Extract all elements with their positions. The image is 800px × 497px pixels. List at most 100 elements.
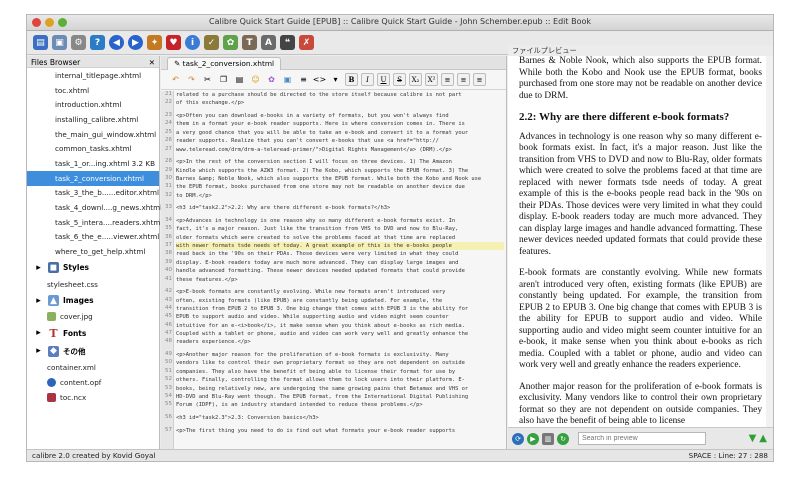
text-files-list: internal_titlepage.xhtml toc.xhtml introdu…	[27, 68, 162, 259]
file-item[interactable]: toc.xhtml	[27, 83, 159, 98]
back-icon[interactable]: ◀	[109, 35, 124, 50]
group-images[interactable]: ▸ ▲ Images	[27, 292, 159, 310]
code-area[interactable]: 21 22 23 24 25 26 27 28 29 30 31 32 33 34 35 36 37 38 39 40…	[161, 91, 506, 449]
preview-search-input[interactable]	[578, 432, 706, 445]
tab-task-2-conversion[interactable]: ✎ task_2_conversion.xhtml	[167, 57, 282, 70]
group-fonts[interactable]: ▸ T Fonts	[27, 324, 159, 342]
paste-icon[interactable]: ▤	[233, 73, 246, 86]
code-line: <p>E-book formats are constantly evolvin…	[176, 289, 446, 296]
group-styles[interactable]: ▸ ◼ Styles	[27, 259, 159, 277]
bold-button[interactable]: B	[345, 73, 358, 86]
hammer-icon[interactable]: ✦	[147, 35, 162, 50]
quote-icon[interactable]: ❝	[280, 35, 295, 50]
line-number: 48	[165, 338, 172, 345]
tidy-icon[interactable]: ✿	[223, 35, 238, 50]
line-number: 56	[165, 413, 172, 420]
play-icon[interactable]: ▶	[527, 432, 539, 445]
file-container[interactable]: container.xml	[27, 360, 159, 375]
spell-check-icon[interactable]: ✓	[204, 35, 219, 50]
line-number: 21	[165, 91, 172, 97]
file-item[interactable]: common_tasks.xhtml	[27, 141, 159, 156]
align-left-button[interactable]: ≡	[441, 73, 454, 86]
line-number: 32	[165, 191, 172, 198]
help-icon[interactable]: ?	[90, 35, 105, 50]
superscript-button[interactable]: X²	[425, 73, 438, 86]
code-line: a very good chance that you will be able…	[176, 129, 469, 136]
redo-icon[interactable]: ↷	[185, 73, 198, 86]
line-number: 39	[165, 258, 172, 265]
file-item[interactable]: internal_titlepage.xhtml	[27, 68, 159, 83]
file-item[interactable]: task_5_intera....readers.xhtml	[27, 215, 162, 230]
file-cover[interactable]: cover.jpg	[27, 310, 159, 325]
file-item[interactable]: task_6_the_e.....viewer.xhtml	[27, 230, 159, 245]
line-number: 27	[165, 145, 172, 152]
copy-icon[interactable]: ❐	[217, 73, 230, 86]
line-number: 31	[165, 183, 172, 190]
refresh-icon[interactable]: ↻	[557, 432, 569, 445]
hash-icon[interactable]: ≡	[297, 73, 310, 86]
code-line: older formats which were created to solv…	[176, 234, 456, 241]
settings-icon[interactable]: ⚙	[71, 35, 86, 50]
split-icon[interactable]: ▥	[542, 432, 554, 445]
title-bar: Calibre Quick Start Guide [EPUB] :: Cali…	[27, 15, 773, 31]
file-content-opf[interactable]: content.opf	[27, 375, 159, 390]
remove-icon[interactable]: ✗	[299, 35, 314, 50]
image-insert-icon[interactable]: ▣	[281, 73, 294, 86]
preview-content: Barnes & Noble Nook, which also supports…	[508, 56, 773, 427]
image-icon: ▲	[48, 295, 59, 307]
sync-icon[interactable]: ⟳	[512, 432, 524, 445]
code-line: display. E-book readers today are much m…	[176, 259, 459, 266]
line-number: 42	[165, 288, 172, 295]
line-number: 33	[165, 204, 172, 211]
line-number: 47	[165, 330, 172, 337]
font-icon[interactable]: T	[242, 35, 257, 50]
group-misc[interactable]: ▸ ◆ その他	[27, 342, 159, 360]
editor-toolbar: ↶ ↷ ✂ ❐ ▤ ☺ ✿ ▣ ≡ <> ▾ B I U S X₂ X² ≡ ≡…	[161, 70, 506, 90]
forward-icon[interactable]: ▶	[128, 35, 143, 50]
dropdown-icon[interactable]: ▾	[329, 73, 342, 86]
italic-button[interactable]: I	[361, 73, 374, 86]
strike-button[interactable]: S	[393, 73, 406, 86]
flower-icon[interactable]: ✿	[265, 73, 278, 86]
tag-icon[interactable]: <>	[313, 73, 326, 86]
align-right-button[interactable]: ≡	[473, 73, 486, 86]
file-item[interactable]: the_main_gui_window.xhtml	[27, 127, 159, 142]
smiley-icon[interactable]: ☺	[249, 73, 262, 86]
misc-folder-icon: ▸	[36, 346, 41, 357]
window-title: Calibre Quick Start Guide [EPUB] :: Cali…	[209, 17, 591, 26]
subscript-button[interactable]: X₂	[409, 73, 422, 86]
file-toc-ncx[interactable]: toc.ncx	[27, 390, 159, 405]
align-center-button[interactable]: ≡	[457, 73, 470, 86]
close-panel-icon[interactable]: ✕	[149, 58, 155, 67]
text-icon[interactable]: A	[261, 35, 276, 50]
files-browser-title: Files Browser	[31, 58, 81, 67]
status-left: calibre 2.0 created by Kovid Goyal	[32, 451, 156, 460]
cut-icon[interactable]: ✂	[201, 73, 214, 86]
save-icon[interactable]: ▣	[52, 35, 67, 50]
find-next-icon[interactable]: ▼	[749, 433, 757, 444]
line-gutter: 21 22 23 24 25 26 27 28 29 30 31 32 33 34 35 36 37 38 39 40…	[161, 91, 174, 449]
heart-icon[interactable]: ♥	[166, 35, 181, 50]
file-item[interactable]: installing_calibre.xhtml	[27, 112, 159, 127]
code-line: <p>Often you can download e-books in a v…	[176, 112, 449, 119]
file-item[interactable]: introduction.xhtml	[27, 97, 159, 112]
file-item[interactable]: where_to_get_help.xhtml	[27, 244, 159, 259]
file-item[interactable]: task_3_the_b......editor.xhtml	[27, 186, 159, 201]
undo-icon[interactable]: ↶	[169, 73, 182, 86]
preview-scrollbar[interactable]	[766, 56, 773, 427]
file-item[interactable]: task_1_or...ing.xhtml 3.2 KB	[27, 156, 159, 171]
underline-button[interactable]: U	[377, 73, 390, 86]
line-number: 57	[165, 426, 172, 433]
file-item[interactable]: task_4_downl....g_news.xhtml	[27, 200, 162, 215]
find-previous-icon[interactable]: ▲	[759, 433, 767, 444]
line-number: 41	[165, 275, 172, 282]
file-item[interactable]: task_2_conversion.xhtml	[27, 170, 159, 186]
code-line: these features.</p>	[176, 276, 238, 283]
file-stylesheet[interactable]: stylesheet.css	[27, 277, 159, 292]
code-line: Kindle which supports the AZW3 format. 2…	[176, 167, 469, 174]
preview-header: ファイルプレビュー	[508, 45, 773, 56]
line-number: 26	[165, 137, 172, 144]
info-icon[interactable]: i	[185, 35, 200, 50]
book-icon[interactable]: ▤	[33, 35, 48, 50]
files-browser-header: Files Browser ✕	[27, 56, 159, 68]
